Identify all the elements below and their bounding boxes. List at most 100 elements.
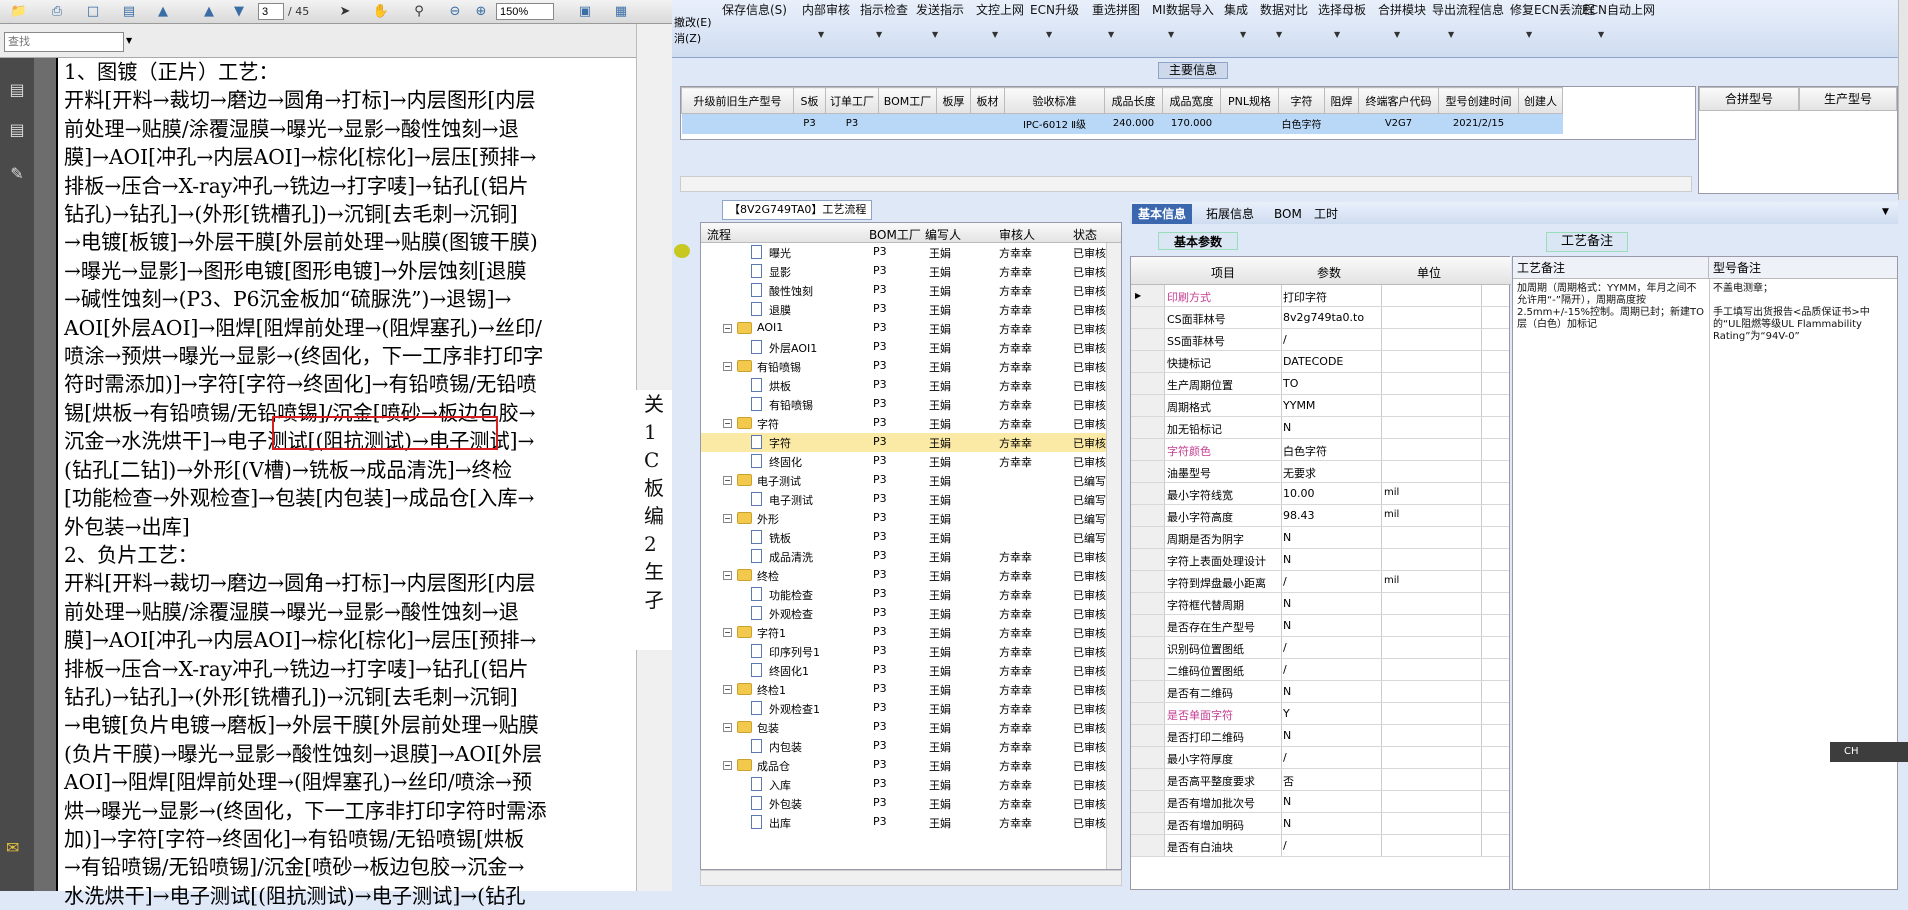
grid-column-header[interactable]: 阻焊 [1324,87,1359,114]
tree-row[interactable]: − 包装 P3 王娟 方幸幸 已审核 [701,718,1109,737]
param-value[interactable]: 10.00 [1283,487,1315,500]
tree-row[interactable]: 外观检查 P3 王娟 方幸幸 已审核 [701,604,1109,623]
tree-row[interactable]: 内包装 P3 王娟 方幸幸 已审核 [701,737,1109,756]
page-number-input[interactable] [258,3,284,20]
signature-icon[interactable]: ✎ [6,164,28,186]
tree-row[interactable]: − 字符1 P3 王娟 方幸幸 已审核 [701,623,1109,642]
param-value[interactable]: Y [1283,707,1290,720]
param-row[interactable]: 是否高平整度要求 否 [1131,769,1509,791]
tree-row[interactable]: − 成品仓 P3 王娟 方幸幸 已审核 [701,756,1109,775]
param-value[interactable]: / [1283,641,1287,654]
tree-row[interactable]: − 终检 P3 王娟 方幸幸 已审核 [701,566,1109,585]
grid-column-header[interactable]: 创建人 [1518,87,1563,114]
tree-row[interactable]: 出库 P3 王娟 方幸幸 已审核 [701,813,1109,832]
chevron-down-icon[interactable]: ▼ [1526,30,1532,39]
collapse-toggle-icon[interactable]: − [723,761,732,770]
tree-row[interactable]: 外观检查1 P3 王娟 方幸幸 已审核 [701,699,1109,718]
chevron-down-icon[interactable]: ▼ [1240,30,1246,39]
param-row[interactable]: 字符到焊盘最小距离 / mil [1131,571,1509,593]
ribbon-button[interactable]: 重选拼图 [1092,1,1140,18]
tree-row[interactable]: 退膜 P3 王娟 方幸幸 已审核 [701,300,1109,319]
param-row[interactable]: 是否有二维码 N [1131,681,1509,703]
grid-column-header[interactable]: 验收标准 [1004,87,1105,114]
param-row[interactable]: 字符上表面处理设计 N [1131,549,1509,571]
tree-hscrollbar[interactable] [700,870,1122,886]
param-value[interactable]: 白色字符 [1283,443,1327,459]
grid-column-header[interactable]: 升级前旧生产型号 [681,87,794,114]
fullscreen-icon[interactable]: ▦ [612,3,630,20]
collapse-toggle-icon[interactable]: − [723,476,732,485]
tab-basic-info[interactable]: 基本信息 [1132,204,1193,224]
param-value[interactable]: N [1283,685,1291,698]
tree-row[interactable]: − 有铅喷锡 P3 王娟 方幸幸 已审核 [701,357,1109,376]
param-value[interactable]: 否 [1283,773,1294,789]
param-value[interactable]: N [1283,619,1291,632]
param-value[interactable]: N [1283,817,1291,830]
grid-column-header[interactable]: 订单工厂 [825,87,879,114]
grid-cell[interactable]: P3 [825,113,879,134]
ribbon-button[interactable]: 发送指示 [916,1,964,18]
param-value[interactable]: N [1283,531,1291,544]
ribbon-button[interactable]: ECN升级 [1030,1,1079,18]
tree-row[interactable]: 铣板 P3 王娟 已编写 [701,528,1109,547]
ribbon-button[interactable]: 选择母板 [1318,1,1366,18]
tree-row[interactable]: 外层AOI1 P3 王娟 方幸幸 已审核 [701,338,1109,357]
grid-cell[interactable] [1324,113,1359,134]
tree-row[interactable]: 外包装 P3 王娟 方幸幸 已审核 [701,794,1109,813]
save-icon[interactable]: □ [84,3,102,20]
param-row[interactable]: 最小字符厚度 / [1131,747,1509,769]
param-row[interactable]: CS面菲林号 8v2g749ta0.to [1131,307,1509,329]
chevron-down-icon[interactable]: ▼ [1108,30,1114,39]
zoom-tool-icon[interactable]: ⚲ [410,3,428,20]
param-value[interactable]: N [1283,553,1291,566]
ribbon-button[interactable]: 内部审核 [802,1,850,18]
ribbon-button[interactable]: ECN自动上网 [1582,1,1655,18]
tree-row[interactable]: − 字符 P3 王娟 方幸幸 已审核 [701,414,1109,433]
tree-row[interactable]: − AOI1 P3 王娟 方幸幸 已审核 [701,319,1109,338]
grid-column-header[interactable]: 字符 [1278,87,1325,114]
tree-row[interactable]: 字符 P3 王娟 方幸幸 已审核 [701,433,1109,452]
param-row[interactable]: 是否有增加批次号 N [1131,791,1509,813]
tab-bom[interactable]: BOM [1268,204,1308,224]
collapse-toggle-icon[interactable]: − [723,514,732,523]
bookmarks-icon[interactable]: ▤ [6,120,28,142]
zoom-out-icon[interactable]: ⊖ [446,3,464,20]
upload-icon[interactable]: ▲ [154,3,172,20]
chevron-down-icon[interactable]: ▼ [1882,207,1889,217]
tree-row[interactable]: 曝光 P3 王娟 方幸幸 已审核 [701,243,1109,262]
param-value[interactable]: / [1283,751,1287,764]
tab-extended-info[interactable]: 拓展信息 [1200,204,1260,224]
prev-page-icon[interactable]: ▲ [200,3,218,20]
param-row[interactable]: 是否打印二维码 N [1131,725,1509,747]
param-row[interactable]: 是否单面字符 Y [1131,703,1509,725]
collapse-toggle-icon[interactable]: − [723,324,732,333]
param-row[interactable]: 周期格式 YYMM [1131,395,1509,417]
tree-row[interactable]: 有铅喷锡 P3 王娟 方幸幸 已审核 [701,395,1109,414]
ribbon-button[interactable]: 集成 [1224,1,1248,18]
param-value[interactable]: 无要求 [1283,465,1316,481]
grid-cell[interactable] [1518,113,1563,134]
chevron-down-icon[interactable]: ▼ [126,36,132,45]
hand-tool-icon[interactable]: ✋ [372,3,390,20]
tree-row[interactable]: 印序列号1 P3 王娟 方幸幸 已审核 [701,642,1109,661]
grid-column-header[interactable]: 板材 [970,87,1005,114]
grid-cell[interactable]: 白色字符 [1278,113,1325,134]
grid-cell[interactable]: 240.000 [1104,113,1163,134]
param-value[interactable]: / [1283,663,1287,676]
param-value[interactable]: 8v2g749ta0.to [1283,311,1364,324]
grid-cell[interactable] [936,113,971,134]
splitter[interactable] [672,200,698,891]
tree-row[interactable]: 终固化 P3 王娟 方幸幸 已审核 [701,452,1109,471]
craft-remark-text[interactable]: 加周期（周期格式：YYMM，年月之间不允许用“-”隔开），周期高度按2.5mm+… [1517,283,1705,331]
grid-column-header[interactable]: PNL规格 [1220,87,1279,114]
grid-cell[interactable]: 2021/2/15 [1438,113,1519,134]
collapse-toggle-icon[interactable]: − [723,685,732,694]
param-value[interactable]: / [1283,575,1287,588]
comment-icon[interactable]: ✉ [6,838,28,858]
collapse-toggle-icon[interactable]: − [723,362,732,371]
zoom-select[interactable] [496,3,554,20]
param-value[interactable]: N [1283,729,1291,742]
ribbon-button[interactable]: MI数据导入 [1152,1,1214,18]
ribbon-button[interactable]: 保存信息(S) [722,1,787,18]
tree-row[interactable]: 电子测试 P3 王娟 已编写 [701,490,1109,509]
